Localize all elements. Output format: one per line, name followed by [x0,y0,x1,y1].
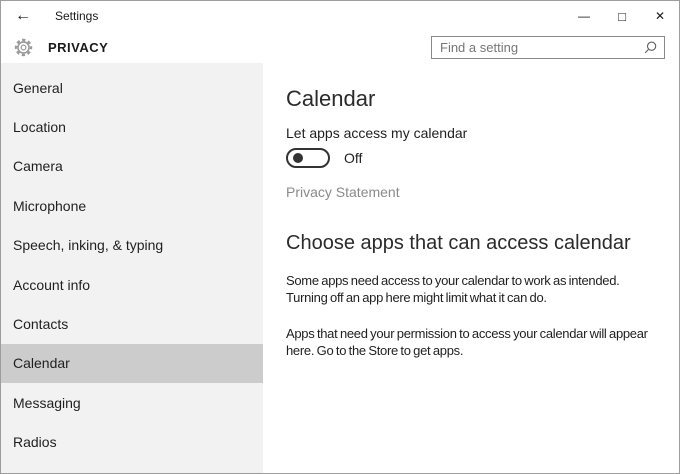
sidebar-item-account-info[interactable]: Account info [1,265,263,304]
sidebar-item-microphone[interactable]: Microphone [1,186,263,225]
page-title: PRIVACY [48,39,109,55]
sidebar-item-general[interactable]: General [1,68,263,107]
sidebar-item-camera[interactable]: Camera [1,147,263,186]
choose-apps-heading: Choose apps that can access calendar [286,232,631,254]
description-paragraph: Some apps need access to your calendar t… [286,273,620,305]
sidebar-item-contacts[interactable]: Contacts [1,304,263,343]
sidebar-item-radios[interactable]: Radios [1,423,263,462]
minimize-icon[interactable]: — [565,1,603,31]
search-input[interactable] [432,39,644,55]
page-header: PRIVACY [1,31,679,63]
toggle-knob [293,153,303,163]
sidebar-item-messaging[interactable]: Messaging [1,383,263,422]
close-icon[interactable]: ✕ [641,1,679,31]
toggle-label: Let apps access my calendar [286,125,468,141]
sidebar: General Location Camera Microphone Speec… [1,63,263,473]
maximize-icon[interactable]: □ [603,1,641,31]
description-paragraph: Apps that need your permission to access… [286,326,648,358]
window-controls: — □ ✕ [565,1,679,31]
window-body: General Location Camera Microphone Speec… [1,63,679,473]
toggle-state-label: Off [344,150,363,166]
calendar-access-toggle[interactable] [286,148,330,168]
privacy-statement-link[interactable]: Privacy Statement [286,184,400,200]
sidebar-item-location[interactable]: Location [1,107,263,146]
section-title: Calendar [286,86,376,111]
sidebar-item-speech-inking-typing[interactable]: Speech, inking, & typing [1,226,263,265]
gear-icon [14,38,33,56]
main-content: Calendar Let apps access my calendar Off… [263,63,679,473]
titlebar: ← Settings — □ ✕ [1,1,679,31]
sidebar-item-calendar[interactable]: Calendar [1,343,263,384]
window-title: Settings [55,9,99,23]
back-arrow-icon[interactable]: ← [1,7,41,25]
toggle-row: Off [286,148,679,168]
search-icon [644,41,657,53]
settings-window: ← Settings — □ ✕ PRIVACY General Locatio… [0,0,680,474]
search-box[interactable] [431,35,665,59]
